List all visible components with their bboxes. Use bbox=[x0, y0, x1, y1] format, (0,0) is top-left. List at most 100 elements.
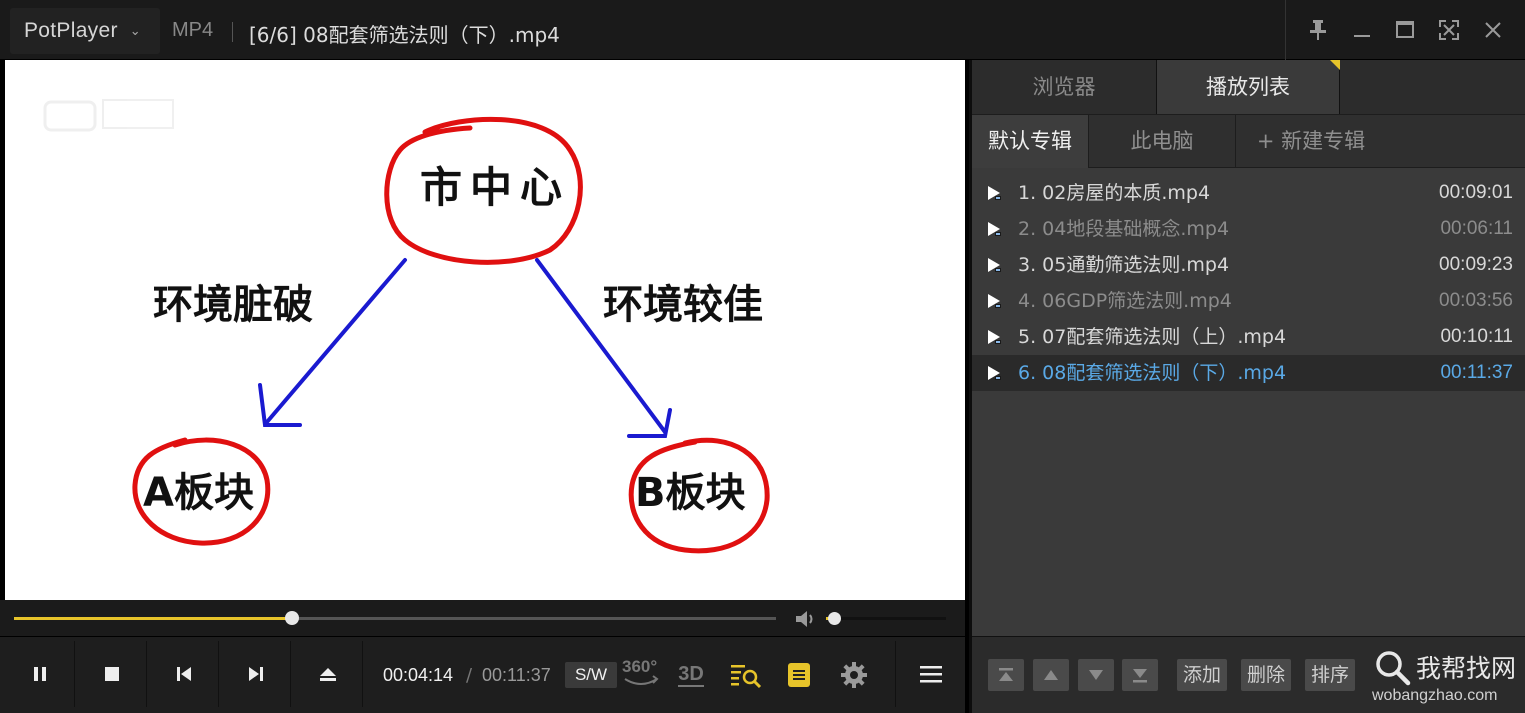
sw-decoder-button[interactable]: S/W bbox=[565, 662, 617, 688]
title-bar: PotPlayer ⌄ MP4 [6/6] 08配套筛选法则（下）.mp4 bbox=[0, 0, 1525, 60]
tab-default-album[interactable]: 默认专辑 bbox=[972, 115, 1088, 168]
playlist-item-duration: 00:06:11 bbox=[1440, 218, 1513, 239]
pause-icon bbox=[33, 667, 46, 681]
playlist-toolbar: 添加 删除 排序 我帮找网 wobangzhao.com bbox=[972, 636, 1525, 713]
pin-icon[interactable] bbox=[1300, 12, 1336, 48]
playlist-item[interactable]: 1. 02房屋的本质.mp4 00:09:01 bbox=[972, 175, 1525, 211]
previous-button[interactable] bbox=[149, 641, 219, 707]
settings-button[interactable] bbox=[838, 657, 870, 693]
playlist-item-name: 5. 07配套筛选法则（上）.mp4 bbox=[1018, 326, 1287, 348]
3d-button[interactable]: 3D bbox=[674, 657, 708, 693]
magnifier-icon bbox=[1376, 651, 1411, 686]
move-up-icon bbox=[1044, 670, 1058, 680]
playlist-item-duration: 00:09:23 bbox=[1439, 254, 1513, 275]
window-controls bbox=[1285, 0, 1525, 60]
seek-bar[interactable] bbox=[14, 611, 776, 625]
chevron-down-icon: ⌄ bbox=[129, 23, 141, 39]
move-down-button[interactable] bbox=[1078, 659, 1114, 691]
tab-corner-marker bbox=[1330, 60, 1340, 70]
top-node-label: 市中心 bbox=[420, 163, 570, 212]
sort-button[interactable]: 排序 bbox=[1305, 659, 1356, 691]
app-menu-button[interactable]: PotPlayer ⌄ bbox=[10, 8, 160, 54]
move-down-icon bbox=[1089, 670, 1103, 680]
playlist-search-button[interactable] bbox=[728, 657, 764, 693]
playlist-item-duration: 00:03:56 bbox=[1439, 290, 1513, 311]
minimize-icon[interactable] bbox=[1344, 12, 1380, 48]
hamburger-icon bbox=[919, 666, 942, 683]
fullscreen-icon[interactable] bbox=[1431, 12, 1467, 48]
volume-slider[interactable] bbox=[826, 612, 946, 625]
playlist-item[interactable]: 5. 07配套筛选法则（上）.mp4 00:10:11 bbox=[972, 319, 1525, 355]
list-search-icon bbox=[731, 665, 762, 689]
playlist: 1. 02房屋的本质.mp4 00:09:01 2. 04地段基础概念.mp4 00:… bbox=[972, 175, 1525, 391]
seek-area bbox=[0, 600, 965, 636]
move-top-button[interactable] bbox=[988, 659, 1024, 691]
tab-browser[interactable]: 浏览器 bbox=[972, 60, 1156, 114]
next-icon bbox=[248, 667, 263, 681]
playlist-item-duration: 00:11:37 bbox=[1440, 362, 1513, 383]
play-file-icon bbox=[988, 366, 1001, 380]
right-node-label: B板块 bbox=[635, 470, 746, 516]
playlist-item-duration: 00:09:01 bbox=[1439, 182, 1513, 203]
move-bottom-button[interactable] bbox=[1122, 659, 1158, 691]
delete-button[interactable]: 删除 bbox=[1241, 659, 1292, 691]
album-tabs: 默认专辑 此电脑 + 新建专辑 bbox=[972, 114, 1525, 168]
playlist-item-duration: 00:10:11 bbox=[1440, 326, 1513, 347]
video-frame[interactable]: 市中心 环境脏破 环境较佳 A板块 B板块 bbox=[5, 60, 965, 600]
playlist-item-name: 2. 04地段基础概念.mp4 bbox=[1018, 218, 1230, 240]
playlist-item-name: 6. 08配套筛选法则（下）.mp4 bbox=[1018, 362, 1287, 384]
panel-tabs: 浏览器 播放列表 bbox=[972, 60, 1525, 114]
current-time: 00:04:14 bbox=[383, 665, 454, 685]
new-album-button[interactable]: + 新建专辑 bbox=[1236, 115, 1386, 168]
total-time: 00:11:37 bbox=[482, 665, 551, 685]
time-separator: / bbox=[466, 665, 473, 686]
right-edge-label: 环境较佳 bbox=[603, 282, 763, 328]
pause-button[interactable] bbox=[5, 641, 75, 707]
side-panel: 浏览器 播放列表 默认专辑 此电脑 + 新建专辑 1. 02房屋的本质.mp4 0… bbox=[969, 60, 1525, 713]
play-file-icon bbox=[988, 330, 1001, 344]
playlist-item[interactable]: 3. 05通勤筛选法则.mp4 00:09:23 bbox=[972, 247, 1525, 283]
3d-icon: 3D bbox=[678, 663, 704, 687]
left-edge-label: 环境脏破 bbox=[153, 282, 313, 328]
play-file-icon bbox=[988, 258, 1001, 272]
eject-icon bbox=[319, 668, 336, 681]
close-icon[interactable] bbox=[1475, 12, 1511, 48]
tab-playlist[interactable]: 播放列表 bbox=[1156, 60, 1340, 114]
left-node-label: A板块 bbox=[143, 470, 254, 516]
subtitle-button[interactable] bbox=[785, 657, 813, 693]
move-up-button[interactable] bbox=[1033, 659, 1069, 691]
play-file-icon bbox=[988, 222, 1001, 236]
playlist-item-name: 1. 02房屋的本质.mp4 bbox=[1018, 182, 1211, 204]
play-file-icon bbox=[988, 186, 1001, 200]
main-menu-button[interactable] bbox=[895, 641, 965, 707]
next-button[interactable] bbox=[221, 641, 291, 707]
stop-button[interactable] bbox=[77, 641, 147, 707]
tab-this-pc[interactable]: 此电脑 bbox=[1088, 115, 1236, 168]
eject-button[interactable] bbox=[293, 641, 363, 707]
play-file-icon bbox=[988, 294, 1001, 308]
mind-map-drawing: 市中心 环境脏破 环境较佳 A板块 B板块 bbox=[43, 99, 770, 554]
playlist-item-name: 4. 06GDP筛选法则.mp4 bbox=[1018, 290, 1232, 312]
gear-icon bbox=[841, 662, 867, 688]
seek-handle[interactable] bbox=[284, 611, 299, 625]
volume-handle[interactable] bbox=[828, 612, 842, 625]
stop-icon bbox=[104, 667, 119, 681]
app-name: PotPlayer bbox=[24, 19, 118, 42]
vr-360-button[interactable]: 360° bbox=[621, 657, 661, 693]
vr-360-icon: 360° bbox=[622, 657, 658, 676]
watermark-text: 我帮找网 bbox=[1416, 654, 1517, 683]
volume-icon[interactable] bbox=[794, 609, 818, 629]
format-label: MP4 bbox=[172, 19, 214, 41]
control-bar: 00:04:14 / 00:11:37 S/W 360° 3D bbox=[0, 636, 965, 713]
maximize-icon[interactable] bbox=[1387, 12, 1423, 48]
playlist-item[interactable]: 6. 08配套筛选法则（下）.mp4 00:11:37 bbox=[972, 355, 1525, 391]
add-button[interactable]: 添加 bbox=[1177, 659, 1228, 691]
move-bottom-icon bbox=[1133, 669, 1147, 683]
playlist-item[interactable]: 2. 04地段基础概念.mp4 00:06:11 bbox=[972, 211, 1525, 247]
playlist-item[interactable]: 4. 06GDP筛选法则.mp4 00:03:56 bbox=[972, 283, 1525, 319]
subtitle-icon bbox=[788, 663, 810, 687]
divider bbox=[232, 22, 233, 42]
move-top-icon bbox=[999, 668, 1013, 681]
faint-logo bbox=[43, 99, 174, 132]
watermark: 我帮找网 wobangzhao.com bbox=[1372, 647, 1522, 707]
